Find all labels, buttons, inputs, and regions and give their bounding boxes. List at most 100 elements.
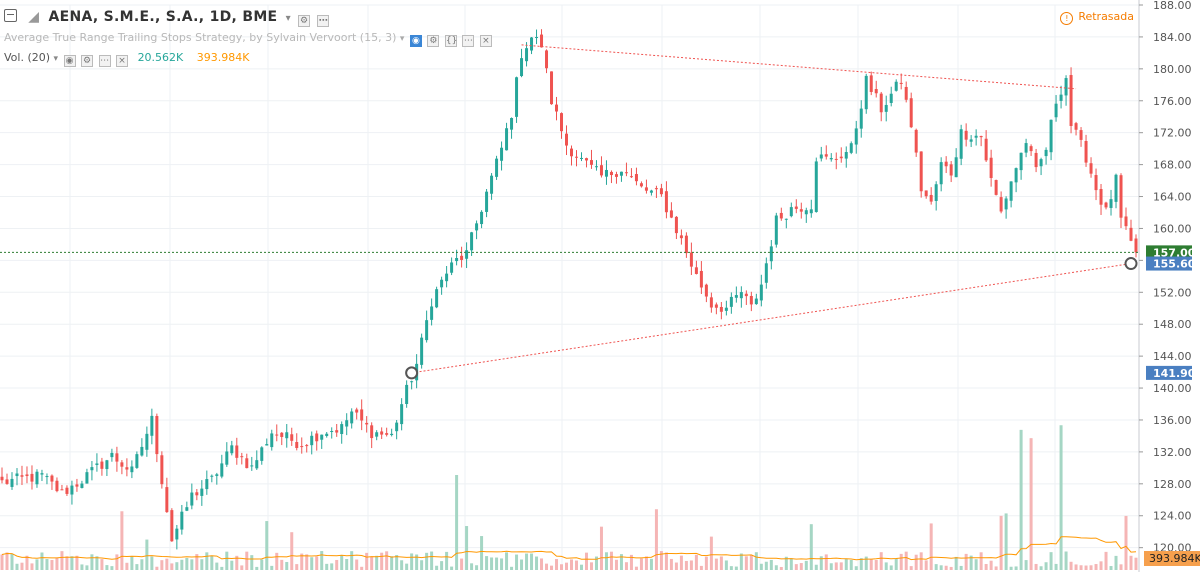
candle-body (270, 433, 274, 448)
volume-bar (984, 563, 988, 570)
candle-body (195, 492, 199, 496)
volume-bar (779, 566, 783, 570)
candle-body (210, 475, 214, 477)
candle-body (320, 434, 324, 440)
volume-bar (45, 559, 49, 570)
strategy-legend[interactable]: Average True Range Trailing Stops Strate… (4, 31, 492, 47)
settings-icon[interactable]: ⚙ (427, 35, 440, 47)
chevron-down-icon[interactable]: ▾ (54, 54, 59, 64)
candle-body (225, 451, 229, 465)
volume-bar (744, 556, 748, 570)
marker-last[interactable] (1124, 257, 1138, 271)
candle-body (809, 209, 813, 214)
candle-body (609, 171, 613, 176)
volume-bar (624, 562, 628, 570)
volume-bar (634, 566, 638, 570)
candle-body (1124, 216, 1128, 227)
volume-bar (1034, 563, 1038, 570)
candle-body (679, 235, 683, 239)
candle-body (300, 446, 304, 448)
candle-body (350, 411, 354, 424)
volume-bar (714, 558, 718, 570)
candle-body (345, 420, 349, 427)
chevron-down-icon[interactable]: ▾ (286, 13, 291, 24)
eye-icon[interactable]: ◉ (409, 35, 422, 47)
candle-body (744, 293, 748, 297)
candle-body (829, 158, 833, 160)
symbol-legend[interactable]: ◢ AENA, S.M.E., S.A., 1D, BME ▾ ⚙ ⋯ (4, 9, 330, 27)
more-icon[interactable]: ⋯ (462, 35, 475, 47)
settings-icon[interactable]: ⚙ (81, 55, 94, 67)
candle-body (25, 474, 29, 477)
volume-bar (220, 566, 224, 570)
price-chart[interactable]: 188.00 184.00 180.00 176.00 172.00 168.00 164.… (0, 0, 1200, 572)
more-icon[interactable]: ⋯ (317, 15, 330, 27)
candle-body (749, 295, 753, 305)
chevron-down-icon[interactable]: ▾ (400, 34, 405, 44)
candle-body (565, 133, 569, 146)
volume-bar (799, 563, 803, 570)
candle-body (1014, 168, 1018, 183)
candle-body (460, 255, 464, 260)
candle-body (545, 50, 549, 69)
candle-body (485, 191, 489, 212)
close-icon[interactable]: × (479, 35, 492, 47)
settings-icon[interactable]: ⚙ (298, 15, 311, 27)
volume-bar (390, 556, 394, 570)
candle-body (1114, 174, 1118, 202)
close-icon[interactable]: × (116, 55, 129, 67)
axis-tick-label: 128.00 (1153, 478, 1192, 491)
volume-bar (994, 566, 998, 570)
candle-body (65, 487, 69, 494)
axis-tick-label: 140.00 (1153, 382, 1192, 395)
volume-bar (894, 558, 898, 570)
volume-bar (225, 551, 229, 570)
candle-body (425, 320, 429, 341)
candle-body (994, 180, 998, 195)
candle-body (450, 262, 454, 273)
candle-body (470, 232, 474, 251)
candle-body (959, 129, 963, 159)
candle-body (949, 164, 953, 176)
candle-body (45, 476, 49, 478)
volume-bar (649, 558, 653, 570)
volume-legend[interactable]: Vol. (20) ▾ ◉ ⚙ ⋯ × 20.562K 393.984K (4, 51, 249, 67)
source-icon[interactable]: {} (444, 35, 457, 47)
volume-bar (684, 560, 688, 570)
more-icon[interactable]: ⋯ (98, 55, 111, 67)
candle-body (420, 337, 424, 365)
collapse-icon[interactable] (4, 9, 17, 22)
candle-body (520, 58, 524, 77)
volume-bar (1024, 560, 1028, 570)
volume-bar (654, 509, 658, 570)
candle-body (295, 442, 299, 449)
candle-body (1034, 152, 1038, 168)
eye-icon[interactable]: ◉ (63, 55, 76, 67)
volume-bar (1039, 566, 1043, 570)
axis-tick-label: 172.00 (1153, 127, 1192, 140)
candle-body (789, 207, 793, 217)
volume-bar (165, 558, 169, 570)
volume-bar (1114, 555, 1118, 570)
candle-body (779, 212, 783, 219)
candle-body (934, 184, 938, 201)
volume-bar (480, 536, 484, 570)
volume-bar (140, 559, 144, 570)
candle-body (1049, 119, 1053, 153)
volume-bar (170, 563, 174, 570)
volume-bar (764, 561, 768, 570)
axis-tick-label: 148.00 (1153, 318, 1192, 331)
candle-body (724, 307, 728, 311)
volume-bar (545, 563, 549, 570)
candle-body (854, 128, 858, 145)
candle-body (340, 424, 344, 435)
volume-bar (560, 564, 564, 570)
volume-bar (75, 555, 79, 570)
marker-low[interactable] (405, 366, 419, 380)
candle-body (979, 136, 983, 138)
delayed-badge[interactable]: ! Retrasada (1060, 10, 1134, 25)
volume-bar (125, 562, 129, 570)
volume-bar (360, 566, 364, 570)
candle-body (535, 37, 539, 39)
volume-bar (55, 557, 59, 570)
